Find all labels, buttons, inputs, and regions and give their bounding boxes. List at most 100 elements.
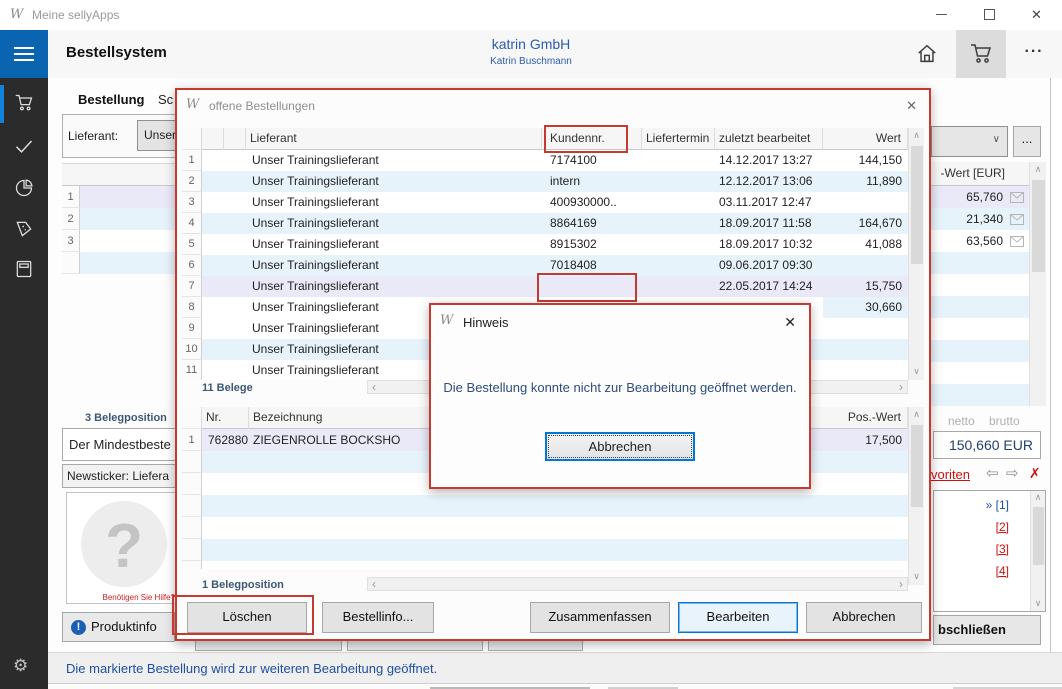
bg-wert-row[interactable]: 63,560: [931, 230, 1029, 252]
sidebar-item-offers[interactable]: [14, 219, 34, 239]
favorites-link-partial[interactable]: voriten: [931, 467, 977, 482]
bg-wert-row[interactable]: 21,340: [931, 208, 1029, 230]
page-link-current[interactable]: » [1]: [986, 498, 1009, 512]
scroll-left-icon[interactable]: ‹: [372, 578, 376, 591]
col-nr[interactable]: Nr.: [202, 407, 249, 429]
scroll-down-icon[interactable]: ∨: [909, 569, 924, 585]
favorites-scrollbar[interactable]: ∧ ∨: [1030, 491, 1045, 611]
cart-button[interactable]: [956, 30, 1006, 78]
home-button[interactable]: [905, 30, 949, 78]
scroll-right-icon[interactable]: ›: [899, 381, 903, 394]
maximize-icon[interactable]: [984, 9, 995, 20]
scrollbar-thumb[interactable]: [1033, 507, 1044, 565]
scroll-down-icon[interactable]: ∨: [1031, 597, 1045, 611]
bg-wert-header[interactable]: -Wert [EUR]: [931, 162, 1029, 186]
bg-empty-row: [931, 384, 1029, 406]
close-dialog-icon[interactable]: ✕: [906, 98, 917, 114]
bestellinfo-button[interactable]: Bestellinfo...: [322, 602, 434, 633]
scroll-up-icon[interactable]: ∧: [909, 128, 924, 144]
cart-icon: [969, 43, 993, 65]
window-title: Meine sellyApps: [32, 8, 119, 22]
order-row[interactable]: 2Unser Trainingslieferantintern12.12.201…: [182, 171, 908, 192]
page-link[interactable]: [3]: [996, 542, 1009, 556]
bg-dropdown[interactable]: ∨: [931, 126, 1008, 157]
col-kundennr[interactable]: Kundennr.: [542, 128, 642, 150]
bg-positions-count: 3 Belegposition: [85, 412, 177, 424]
order-row[interactable]: 1Unser Trainingslieferant717410014.12.20…: [182, 150, 908, 171]
hinweis-abbrechen-button[interactable]: Abbrechen: [545, 432, 695, 461]
book-icon: [14, 259, 34, 279]
scroll-up-icon[interactable]: ∧: [1031, 491, 1045, 505]
positions-scrollbar[interactable]: ∧ ∨: [908, 407, 924, 585]
bg-scrollbar[interactable]: ∧: [1029, 162, 1046, 406]
order-row[interactable]: 3Unser Trainingslieferant400930000..03.1…: [182, 192, 908, 213]
order-row[interactable]: 4Unser Trainingslieferant886416918.09.20…: [182, 213, 908, 234]
scroll-left-icon[interactable]: ‹: [372, 381, 376, 394]
more-options-button[interactable]: ···: [1012, 30, 1056, 78]
red-x-icon[interactable]: ✗: [1029, 465, 1041, 482]
close-dialog-icon[interactable]: ✕: [784, 314, 796, 331]
produktinfo-button[interactable]: ! Produktinfo: [62, 612, 175, 642]
scrollbar-thumb[interactable]: [1032, 180, 1045, 272]
sidebar-item-statistics[interactable]: [14, 178, 34, 198]
order-row[interactable]: 5Unser Trainingslieferant891530218.09.20…: [182, 234, 908, 255]
order-row[interactable]: 6Unser Trainingslieferant701840809.06.20…: [182, 255, 908, 276]
order-row-selected[interactable]: 7Unser Trainingslieferant22.05.2017 14:2…: [182, 276, 908, 297]
page-link[interactable]: [2]: [996, 520, 1009, 534]
brutto-label[interactable]: brutto: [989, 414, 1020, 428]
sidebar-item-catalog[interactable]: [14, 259, 34, 279]
positions-hscrollbar[interactable]: ‹ ›: [367, 577, 908, 591]
close-window-icon[interactable]: ✕: [1031, 7, 1042, 23]
newsticker-bar[interactable]: Newsticker: Liefera: [62, 464, 182, 488]
help-panel[interactable]: ? Benötigen Sie Hilfe?: [66, 492, 178, 604]
scroll-down-icon[interactable]: ∨: [909, 364, 924, 380]
settings-button[interactable]: ⚙: [13, 656, 28, 676]
scrollbar-thumb[interactable]: [911, 425, 923, 507]
status-bar: Die markierte Bestellung wird zur weiter…: [48, 652, 1062, 683]
col-wert[interactable]: Wert: [823, 128, 908, 150]
tag-icon: [14, 219, 34, 239]
bg-wert-row[interactable]: 65,760: [931, 186, 1029, 208]
total-value-box: 150,660 EUR: [933, 431, 1041, 459]
bg-table-row[interactable]: 1 000: [62, 186, 182, 208]
netto-label[interactable]: netto: [948, 414, 975, 428]
tab-next-partial[interactable]: Sc: [158, 92, 176, 107]
status-message: Die markierte Bestellung wird zur weiter…: [66, 661, 437, 676]
bg-empty-row: [931, 362, 1029, 384]
home-icon: [916, 43, 938, 65]
sidebar-item-tasks[interactable]: [14, 136, 34, 156]
scrollbar-thumb[interactable]: [911, 146, 923, 264]
bg-empty-row: [931, 340, 1029, 362]
col-liefertermin[interactable]: Liefertermin: [642, 128, 715, 150]
arrow-right-icon[interactable]: ⇨: [1006, 464, 1019, 482]
bg-browse-button[interactable]: ...: [1013, 126, 1041, 157]
bg-table-row[interactable]: 3 000: [62, 230, 182, 252]
help-prompt: Benötigen Sie Hilfe?: [103, 593, 176, 602]
bg-empty-row: [931, 252, 1029, 274]
page-link[interactable]: [4]: [996, 564, 1009, 578]
abschliessen-button-partial[interactable]: bschließen: [933, 615, 1041, 645]
bottom-edge-strip: [48, 683, 1062, 689]
dialog-logo-icon: W: [440, 314, 453, 328]
tab-bestellung[interactable]: Bestellung: [78, 92, 144, 107]
scroll-up-icon[interactable]: ∧: [1030, 162, 1046, 178]
loeschen-button[interactable]: Löschen: [187, 602, 307, 633]
bearbeiten-button[interactable]: Bearbeiten: [678, 602, 798, 633]
bg-table-row[interactable]: 2 100: [62, 208, 182, 230]
scroll-right-icon[interactable]: ›: [899, 578, 903, 591]
minimize-icon[interactable]: [936, 14, 947, 15]
sidebar-item-cart[interactable]: [14, 93, 34, 113]
info-icon: !: [71, 620, 86, 635]
col-lieferant[interactable]: Lieferant: [246, 128, 542, 150]
abbrechen-button[interactable]: Abbrechen: [806, 602, 922, 633]
positions-count: 1 Belegposition: [202, 579, 284, 591]
col-bearbeitet[interactable]: zuletzt bearbeitet: [715, 128, 823, 150]
hamburger-menu-icon[interactable]: [0, 30, 48, 78]
hinweis-dialog: W Hinweis ✕ Die Bestellung konnte nicht …: [429, 303, 811, 489]
scroll-up-icon[interactable]: ∧: [909, 407, 924, 423]
empty-position-row: [182, 539, 908, 561]
orders-scrollbar[interactable]: ∧ ∨: [908, 128, 924, 380]
arrow-left-icon[interactable]: ⇦: [986, 464, 999, 482]
orders-table-header: Lieferant Kundennr. Liefertermin zuletzt…: [182, 128, 908, 150]
zusammenfassen-button[interactable]: Zusammenfassen: [530, 602, 670, 633]
